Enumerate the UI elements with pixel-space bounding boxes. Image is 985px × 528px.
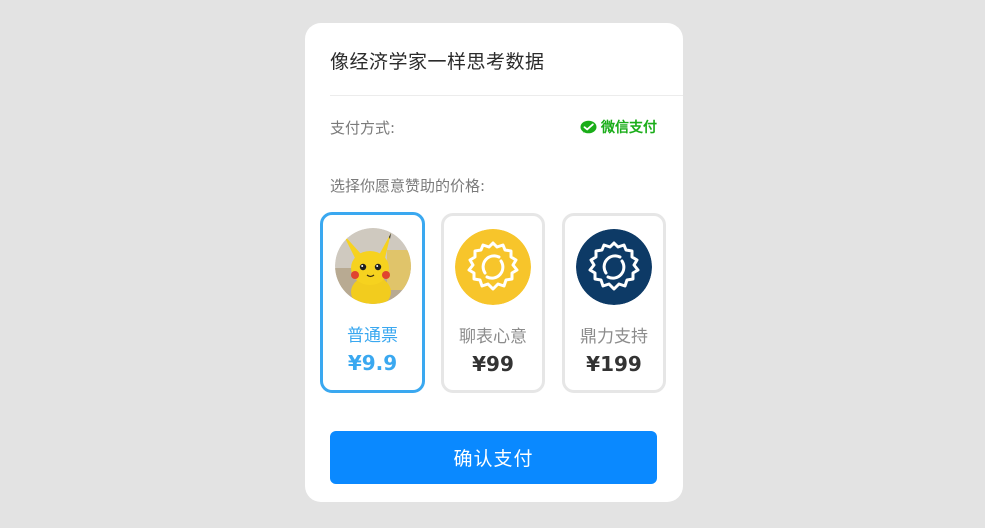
price-options: 普通票 ¥9.9 聊表心意 ¥99 鼎力支持 ¥199 xyxy=(320,212,670,393)
wechat-pay-option[interactable]: 微信支付 xyxy=(580,117,657,137)
option-token-of-appreciation[interactable]: 聊表心意 ¥99 xyxy=(441,213,545,393)
navy-badge-icon xyxy=(576,229,652,305)
option-regular-ticket[interactable]: 普通票 ¥9.9 xyxy=(320,212,425,393)
option-name: 普通票 xyxy=(347,326,398,346)
wechat-pay-label: 微信支付 xyxy=(601,120,657,136)
option-name: 聊表心意 xyxy=(459,327,527,347)
confirm-payment-button[interactable]: 确认支付 xyxy=(330,431,657,484)
option-price: ¥99 xyxy=(472,352,514,376)
pikachu-avatar xyxy=(334,228,411,304)
yellow-badge-icon xyxy=(455,229,531,305)
option-price: ¥9.9 xyxy=(347,351,398,375)
option-strong-support[interactable]: 鼎力支持 ¥199 xyxy=(562,213,666,393)
dialog-title: 像经济学家一样思考数据 xyxy=(330,51,545,73)
divider xyxy=(330,95,683,96)
option-name: 鼎力支持 xyxy=(580,327,648,347)
price-prompt: 选择你愿意赞助的价格: xyxy=(330,177,486,195)
wechat-icon xyxy=(580,120,597,135)
payment-method-label: 支付方式: xyxy=(330,119,396,137)
option-price: ¥199 xyxy=(586,352,642,376)
payment-dialog: 像经济学家一样思考数据 支付方式: 微信支付 选择你愿意赞助的价格: 普通票 ¥… xyxy=(305,23,683,502)
